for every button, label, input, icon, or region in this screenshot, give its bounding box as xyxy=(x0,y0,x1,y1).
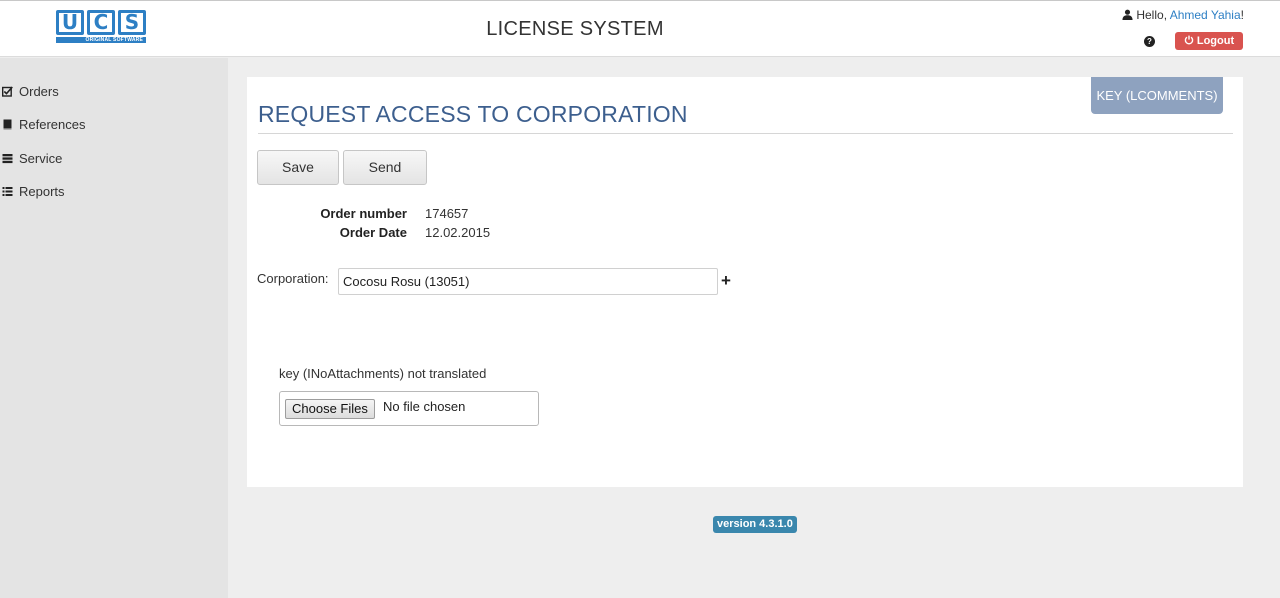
sidebar-item-service[interactable]: Service xyxy=(2,149,62,167)
title-divider xyxy=(258,133,1233,134)
logout-label: Logout xyxy=(1196,35,1235,47)
user-icon xyxy=(1122,9,1133,20)
version-badge: version 4.3.1.0 xyxy=(713,516,797,533)
main-panel: KEY (LCOMMENTS) REQUEST ACCESS TO CORPOR… xyxy=(247,77,1243,487)
hdd-icon xyxy=(2,153,13,163)
greeting-suffix: ! xyxy=(1240,8,1244,22)
sidebar-item-label: Service xyxy=(19,150,63,166)
corporation-field[interactable] xyxy=(338,268,718,295)
user-name-link[interactable]: Ahmed Yahia xyxy=(1170,8,1241,22)
app-title: LICENSE SYSTEM xyxy=(486,18,664,40)
sidebar-item-label: Orders xyxy=(19,83,59,99)
sidebar-item-label: References xyxy=(19,116,86,132)
file-upload[interactable]: Choose Files No file chosen xyxy=(279,391,539,426)
add-corporation-icon[interactable]: + xyxy=(721,272,731,289)
sidebar-item-orders[interactable]: Orders xyxy=(2,82,59,100)
power-icon xyxy=(1184,35,1194,45)
order-number-value: 174657 xyxy=(425,206,469,221)
check-square-icon xyxy=(2,85,13,97)
header: U C S ORIGINAL SOFTWARE LICENSE SYSTEM H… xyxy=(0,0,1280,57)
save-button[interactable]: Save xyxy=(257,150,339,185)
comments-tab[interactable]: KEY (LCOMMENTS) xyxy=(1091,77,1223,114)
order-date-label: Order Date xyxy=(339,225,407,240)
page-title: REQUEST ACCESS TO CORPORATION xyxy=(258,101,688,127)
help-icon[interactable]: ? xyxy=(1144,36,1155,47)
sidebar-item-label: Reports xyxy=(19,183,65,199)
corporation-label: Corporation: xyxy=(257,271,329,286)
list-icon xyxy=(2,186,13,196)
choose-files-button[interactable]: Choose Files xyxy=(285,399,375,419)
book-icon xyxy=(3,119,12,129)
user-greeting: Hello, Ahmed Yahia! xyxy=(1122,8,1244,22)
sidebar-item-references[interactable]: References xyxy=(2,115,85,133)
attachments-label: key (INoAttachments) not translated xyxy=(279,366,487,381)
file-status-text: No file chosen xyxy=(383,399,466,414)
sidebar-item-reports[interactable]: Reports xyxy=(2,182,65,200)
greeting-text: Hello, xyxy=(1136,8,1168,22)
order-date-value: 12.02.2015 xyxy=(425,225,491,240)
order-number-label: Order number xyxy=(320,206,407,221)
send-button[interactable]: Send xyxy=(343,150,427,185)
logout-button[interactable]: Logout xyxy=(1175,32,1243,50)
sidebar: Orders References Service Reports xyxy=(0,58,228,598)
